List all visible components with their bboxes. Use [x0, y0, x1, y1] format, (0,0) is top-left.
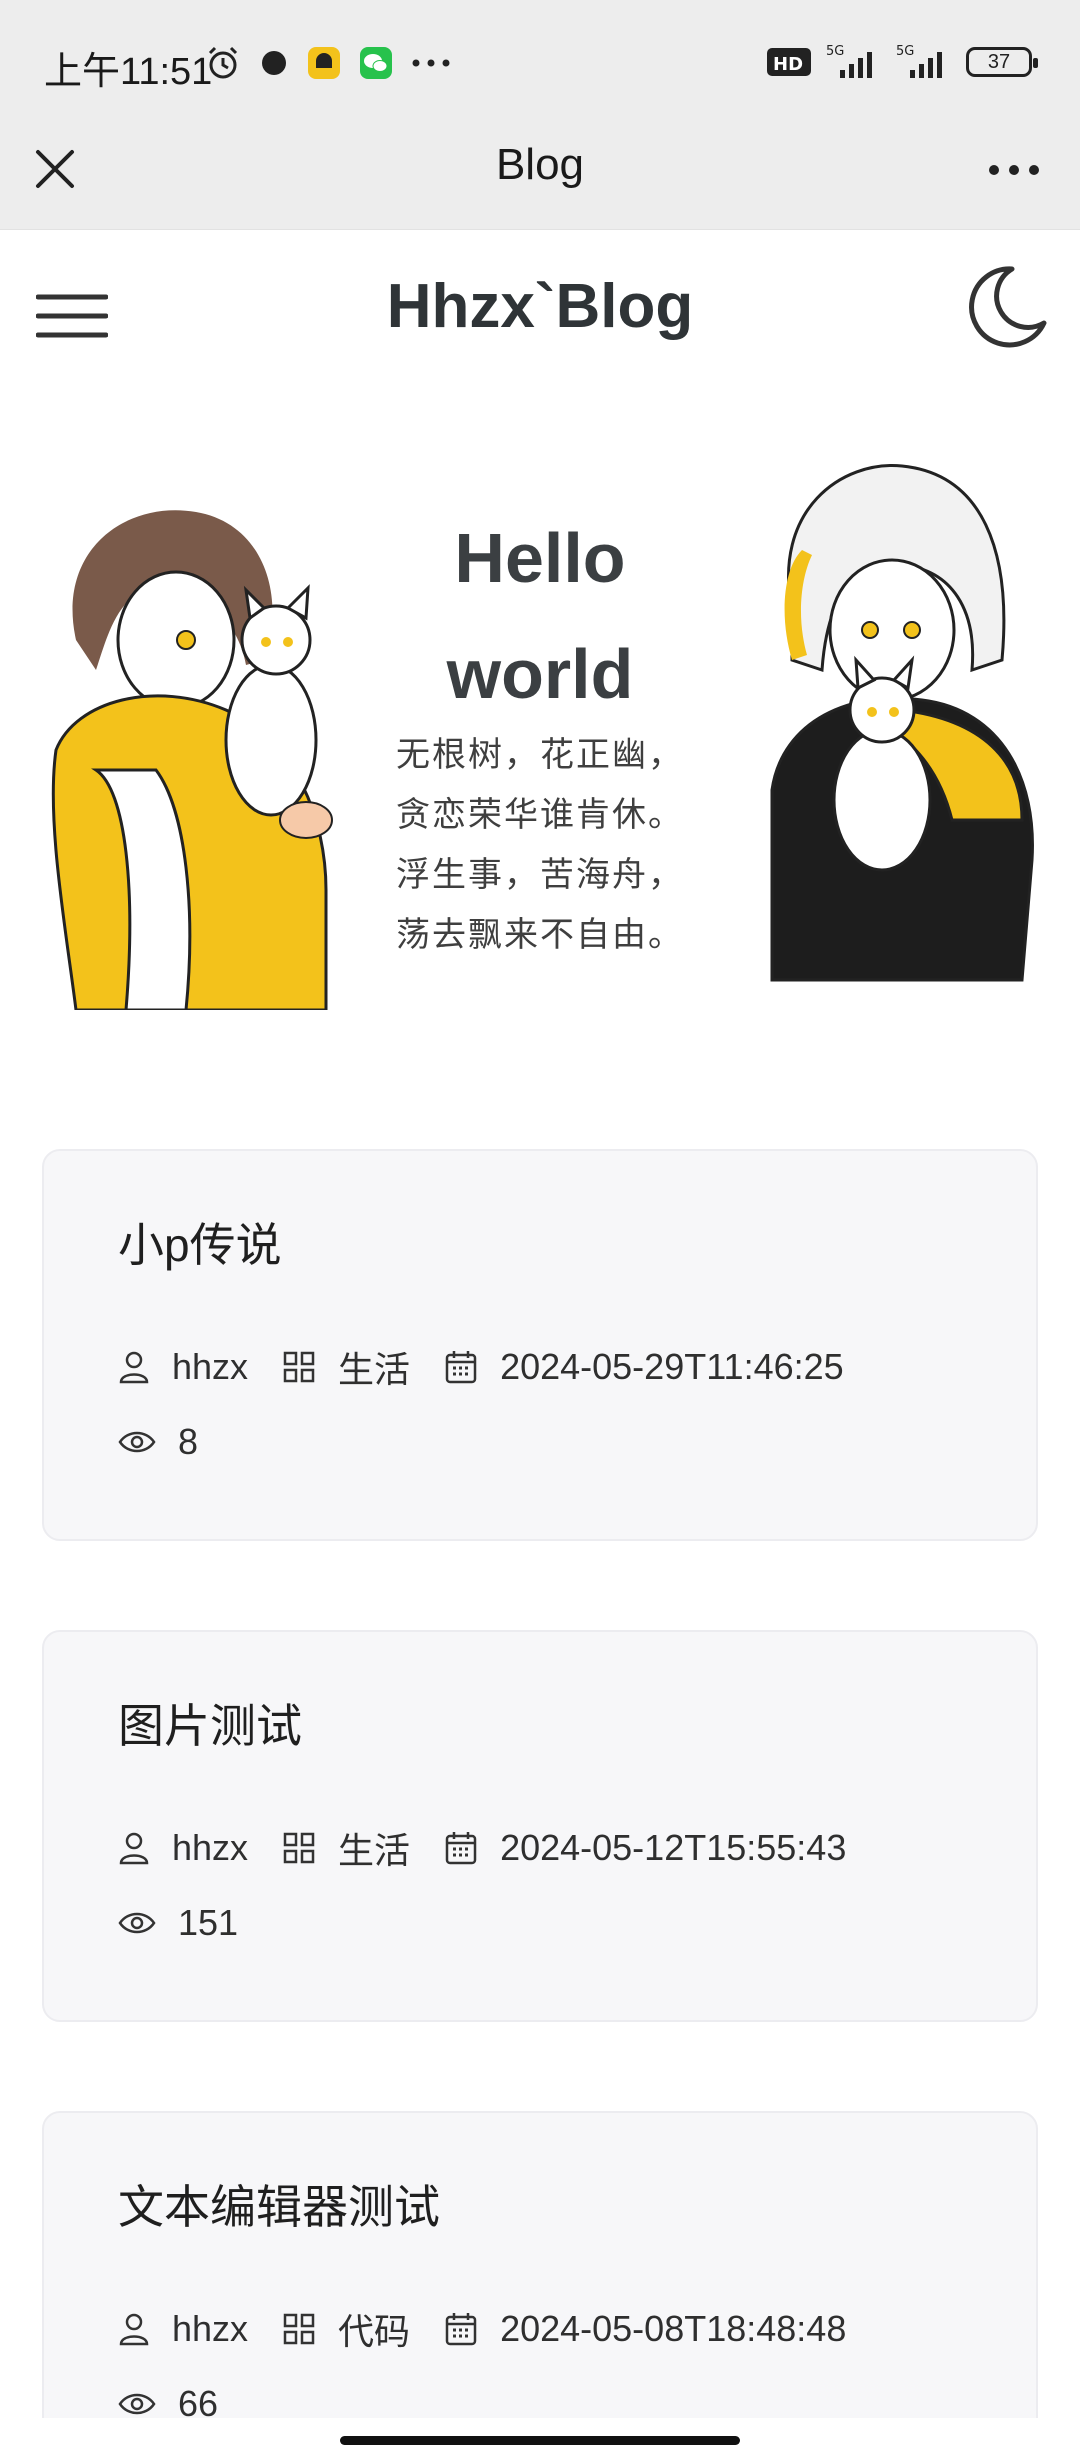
post-views: 151 — [178, 1902, 239, 1943]
site-title[interactable]: Hhzx`Blog — [0, 271, 1080, 342]
wechat-icon — [360, 47, 392, 79]
anime-girl-right-illustration — [770, 464, 1034, 982]
hero-heading-line1: Hello — [454, 519, 626, 597]
yellow-app-icon — [308, 47, 340, 79]
poem-line: 无根树，花正幽， — [396, 736, 684, 774]
browser-title: Blog — [495, 140, 585, 189]
user-icon — [119, 1351, 149, 1384]
eye-icon — [118, 2393, 156, 2415]
status-system-icons: HD 5G 5G 37 — [766, 44, 1038, 80]
app-notification-icon — [262, 51, 286, 75]
post-views-row: 8 — [118, 1421, 198, 1463]
post-card[interactable]: 文本编辑器测试 hhzx 代码 2024-05-08T18:48:48 66 — [42, 2111, 1038, 2460]
moon-icon[interactable] — [960, 261, 1050, 351]
post-date: 2024-05-12T15:55:43 — [500, 1827, 847, 1868]
post-card[interactable]: 小p传说 hhzx 生活 2024-05-29T11:46:25 8 — [42, 1149, 1038, 1541]
signal-icon-2: 5G — [896, 44, 942, 78]
calendar-icon — [445, 1832, 477, 1865]
status-notification-icons — [205, 45, 451, 81]
post-author[interactable]: hhzx — [172, 1346, 248, 1388]
svg-text:5G: 5G — [826, 44, 844, 59]
svg-text:5G: 5G — [896, 44, 914, 59]
user-icon — [119, 2313, 149, 2346]
post-author[interactable]: hhzx — [172, 1827, 248, 1869]
post-views: 8 — [178, 1421, 199, 1462]
battery-indicator: 37 — [966, 47, 1038, 77]
hero-heading: Hello world — [380, 500, 700, 732]
post-title[interactable]: 图片测试 — [118, 1690, 302, 1756]
poem-line: 浮生事，苦海舟， — [396, 856, 684, 894]
post-title[interactable]: 小p传说 — [118, 1209, 282, 1275]
post-author[interactable]: hhzx — [172, 2308, 248, 2350]
post-date: 2024-05-29T11:46:25 — [500, 1346, 844, 1387]
home-indicator[interactable] — [340, 2436, 740, 2445]
calendar-icon — [445, 2313, 477, 2346]
eye-icon — [118, 1912, 156, 1934]
category-grid-icon — [283, 1832, 315, 1864]
post-meta: hhzx 生活 2024-05-29T11:46:25 — [118, 1341, 844, 1393]
eye-icon — [118, 1431, 156, 1453]
hd-icon: HD — [767, 48, 811, 76]
hero-section: Hello world 无根树，花正幽， 贪恋荣华谁肯休。 浮生事，苦海舟， 荡… — [0, 460, 1080, 1020]
browser-toolbar: Blog — [0, 132, 1080, 230]
poem-line: 贪恋荣华谁肯休。 — [396, 796, 684, 834]
anime-girl-left-illustration — [51, 510, 333, 1010]
hero-poem: 无根树，花正幽， 贪恋荣华谁肯休。 浮生事，苦海舟， 荡去飘来不自由。 — [380, 725, 700, 965]
user-icon — [119, 1832, 149, 1865]
alarm-icon — [208, 46, 238, 79]
poem-line: 荡去飘来不自由。 — [396, 916, 684, 954]
post-card[interactable]: 图片测试 hhzx 生活 2024-05-12T15:55:43 151 — [42, 1630, 1038, 2022]
signal-icon-1: 5G — [826, 44, 872, 78]
calendar-icon — [445, 1351, 477, 1384]
post-category[interactable]: 代码 — [338, 2303, 410, 2355]
more-options-icon[interactable] — [984, 150, 1044, 190]
post-meta: hhzx 生活 2024-05-12T15:55:43 — [118, 1822, 846, 1874]
battery-level: 37 — [987, 50, 1011, 73]
post-category[interactable]: 生活 — [338, 1822, 410, 1874]
status-bar: 上午11:51 HD 5G 5G 37 — [0, 0, 1080, 132]
post-title[interactable]: 文本编辑器测试 — [118, 2171, 440, 2237]
status-time: 上午11:51 — [44, 51, 213, 93]
hero-heading-line2: world — [446, 635, 634, 713]
post-views-row: 151 — [118, 1902, 238, 1944]
post-category[interactable]: 生活 — [338, 1341, 410, 1393]
more-notifications-icon — [412, 59, 450, 67]
post-date: 2024-05-08T18:48:48 — [500, 2308, 847, 2349]
site-header: Hhzx`Blog — [0, 231, 1080, 391]
category-grid-icon — [283, 1351, 315, 1383]
category-grid-icon — [283, 2313, 315, 2345]
post-meta: hhzx 代码 2024-05-08T18:48:48 — [118, 2303, 846, 2355]
svg-text:HD: HD — [773, 54, 803, 75]
